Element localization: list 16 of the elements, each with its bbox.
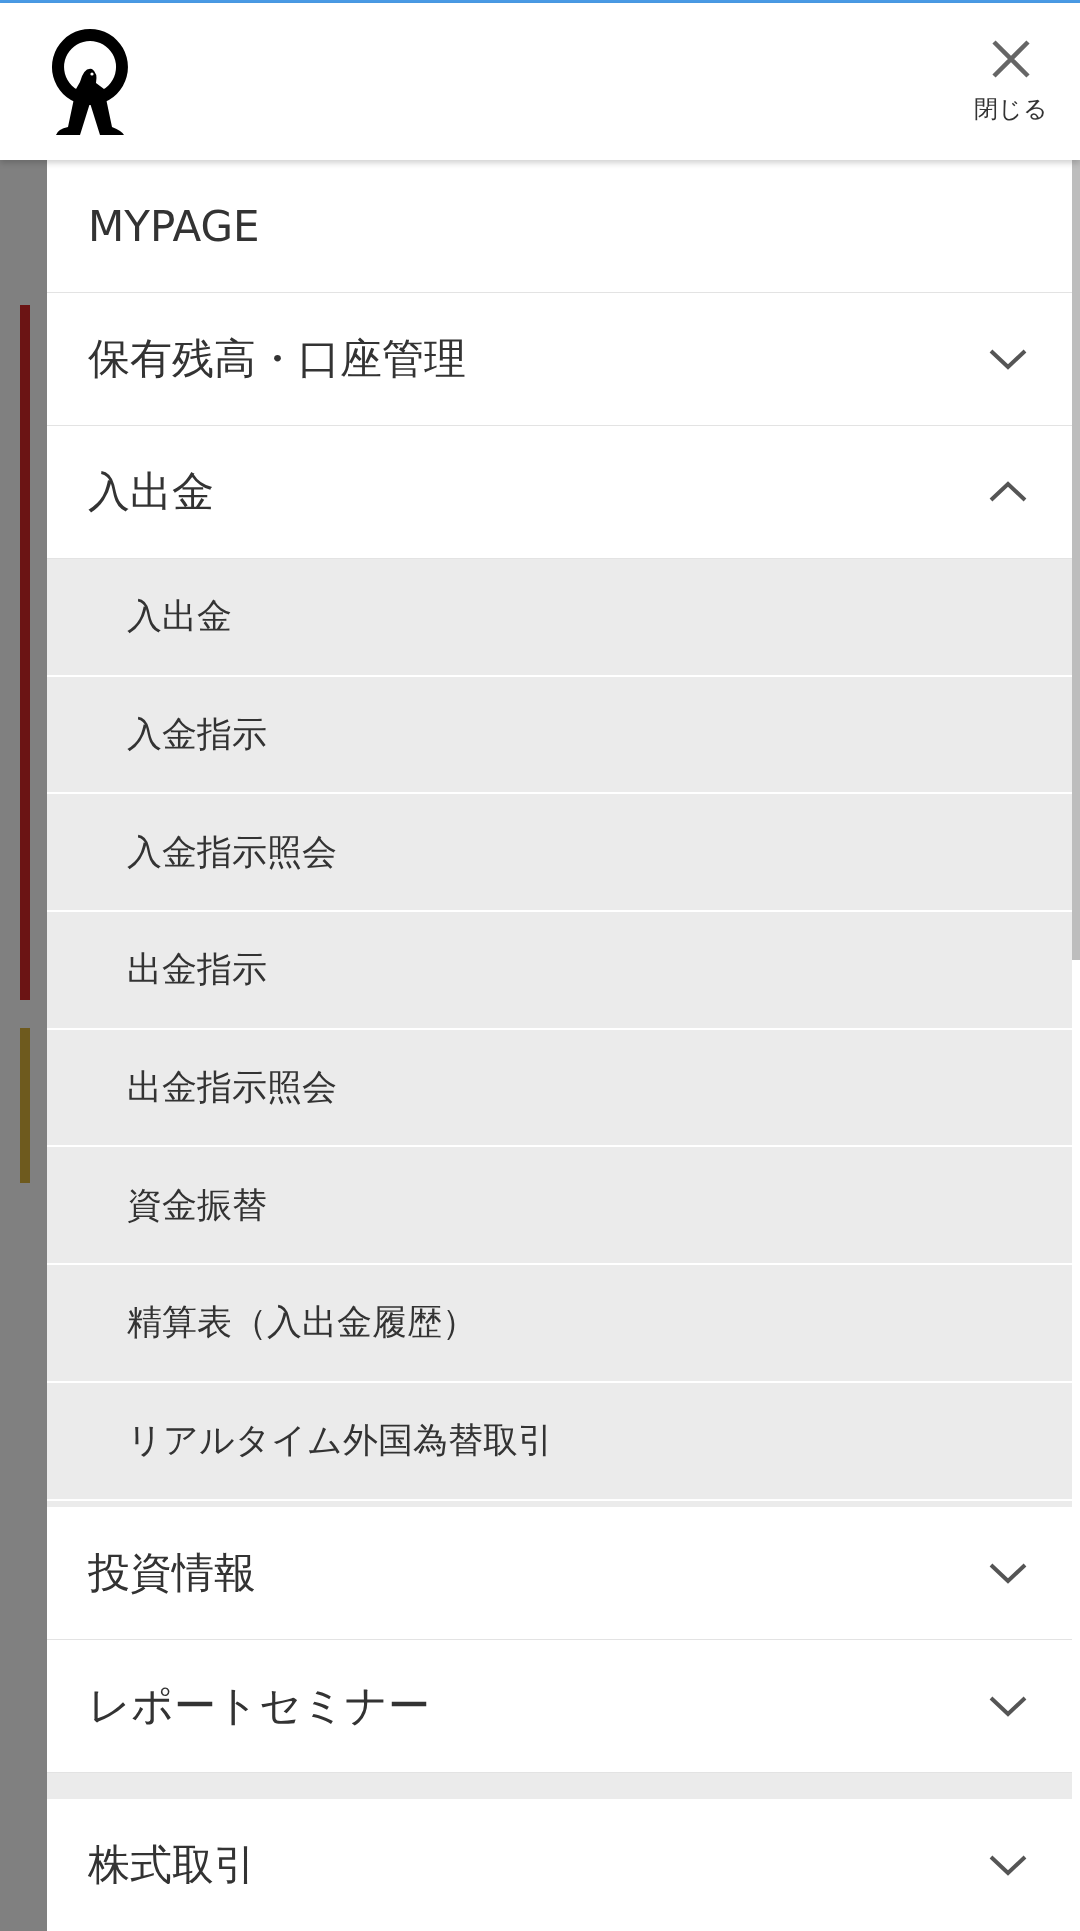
chevron-up-icon bbox=[988, 481, 1028, 503]
submenu-item[interactable]: 入金指示 bbox=[47, 676, 1072, 795]
chevron-down-icon bbox=[988, 1561, 1028, 1584]
submenu-item[interactable]: 精算表（入出金履歴） bbox=[47, 1265, 1072, 1383]
chevron-down-icon bbox=[988, 1853, 1028, 1876]
logo-icon bbox=[50, 26, 130, 137]
submenu-item[interactable]: リアルタイム外国為替取引 bbox=[47, 1382, 1072, 1501]
submenu-item[interactable]: 入金指示照会 bbox=[47, 794, 1072, 913]
submenu-item[interactable]: 入出金 bbox=[47, 559, 1072, 677]
submenu-item[interactable]: 出金指示 bbox=[47, 912, 1072, 1030]
close-icon bbox=[991, 38, 1031, 79]
submenu-item[interactable]: 出金指示照会 bbox=[47, 1029, 1072, 1148]
chevron-down-icon bbox=[988, 1694, 1028, 1717]
submenu-item[interactable]: 資金振替 bbox=[47, 1147, 1072, 1266]
close-button[interactable]: 閉じる bbox=[974, 38, 1048, 125]
chevron-down-icon bbox=[988, 348, 1028, 370]
